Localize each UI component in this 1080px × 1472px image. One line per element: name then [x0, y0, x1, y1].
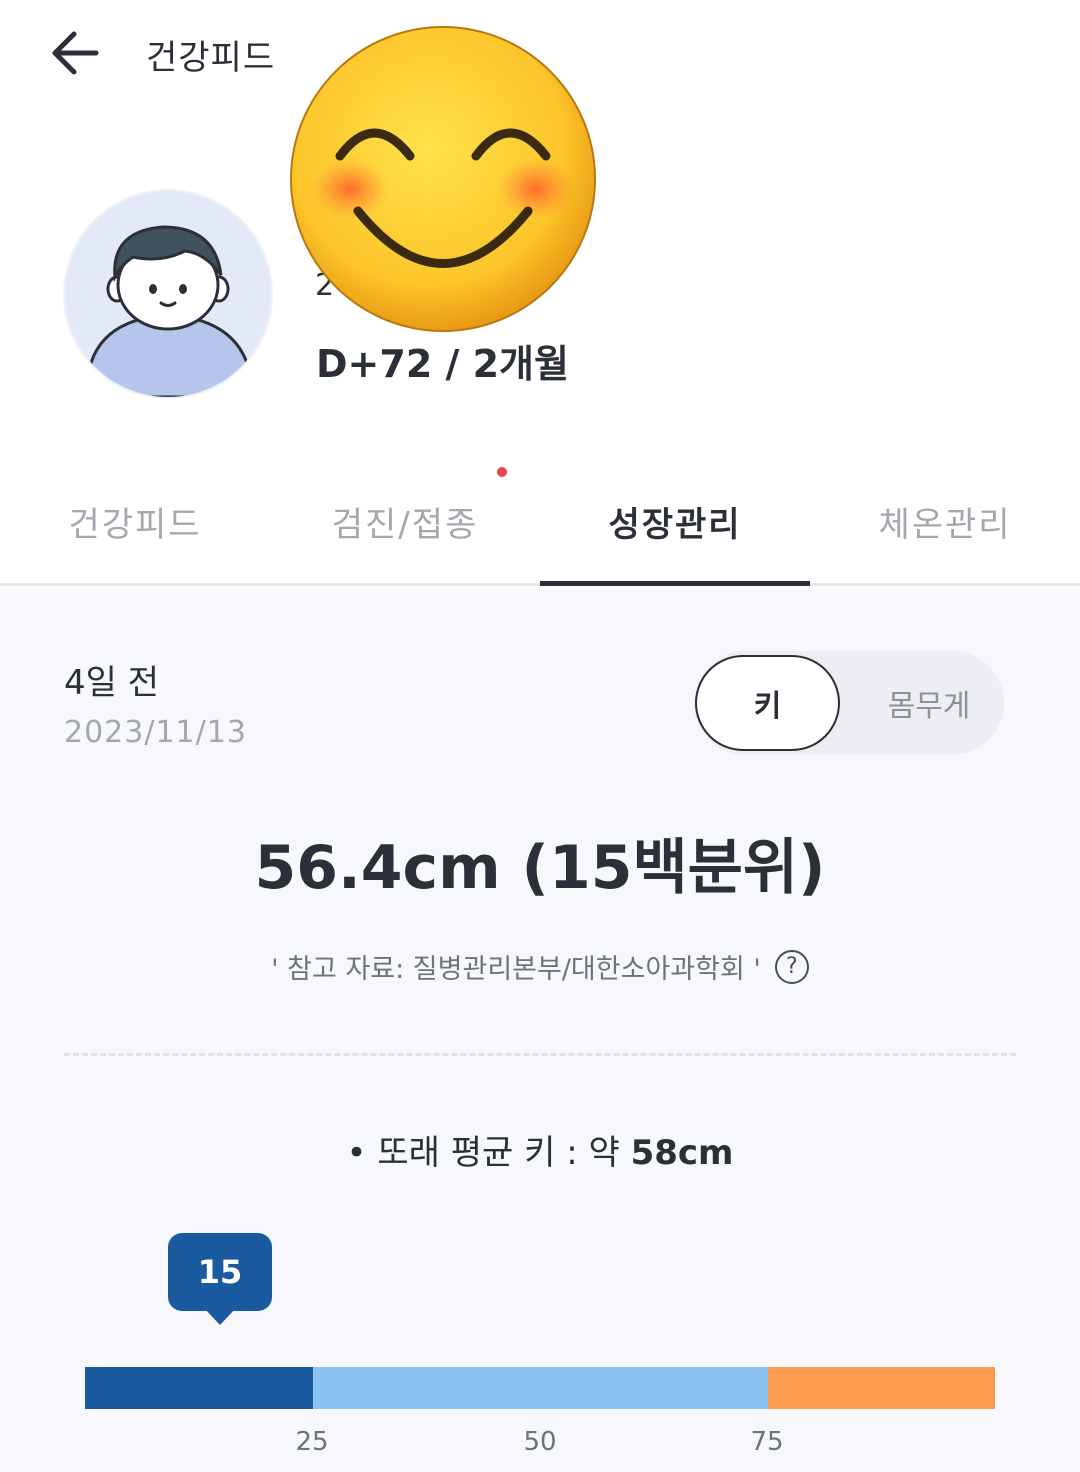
- percentile-segment-1: [312, 1367, 768, 1409]
- arrow-left-icon: [52, 31, 99, 75]
- reference-note: ' 참고 자료: 질병관리본부/대한소아과학회 ' ?: [0, 947, 1080, 986]
- tab-temperature[interactable]: 체온관리: [810, 460, 1080, 583]
- record-date: 2023/11/13: [64, 715, 247, 750]
- percentile-marker: 15: [168, 1233, 272, 1311]
- relative-date: 4일 전: [64, 663, 159, 703]
- child-avatar-icon: [89, 225, 249, 397]
- measurement-value: 56.4cm (15백분위): [254, 833, 826, 903]
- tab-growth[interactable]: 성장관리: [540, 460, 810, 583]
- tick-25: 25: [295, 1427, 329, 1457]
- dashed-divider: [64, 1053, 1016, 1056]
- tick-50: 50: [523, 1427, 557, 1457]
- peer-average-value: 58cm: [630, 1133, 734, 1173]
- tab-bar: 건강피드 검진/접종 성장관리 체온관리: [0, 460, 1080, 586]
- back-button[interactable]: [40, 22, 110, 84]
- tab-health-feed[interactable]: 건강피드: [0, 460, 270, 583]
- toggle-weight[interactable]: 몸무게: [854, 655, 1004, 751]
- toggle-height[interactable]: 키: [695, 655, 840, 751]
- tick-75: 75: [750, 1427, 784, 1457]
- percentile-segment-0: [85, 1367, 313, 1409]
- percentile-marker-pointer: [205, 1309, 235, 1325]
- avatar[interactable]: [63, 189, 273, 399]
- percentile-bar: [85, 1367, 995, 1409]
- page-title: 건강피드: [146, 38, 276, 78]
- tab-checkup[interactable]: 검진/접종: [270, 460, 540, 583]
- smiling-face-icon: [288, 26, 598, 336]
- height-weight-toggle: 키 몸무게: [694, 651, 1004, 755]
- peer-average: • 또래 평균 키 : 약 58cm: [0, 1125, 1080, 1174]
- help-icon[interactable]: ?: [774, 949, 809, 984]
- reference-text: ' 참고 자료: 질병관리본부/대한소아과학회 ': [271, 954, 761, 985]
- peer-average-label: • 또래 평균 키 : 약: [346, 1133, 631, 1173]
- age-dday: D+72 / 2개월: [316, 342, 569, 386]
- notification-dot: [497, 467, 507, 477]
- growth-panel: 4일 전 2023/11/13 키 몸무게 56.4cm (15백분위) ' 참…: [0, 589, 1080, 1472]
- active-tab-indicator: [540, 581, 810, 586]
- percentile-segment-2: [767, 1367, 995, 1409]
